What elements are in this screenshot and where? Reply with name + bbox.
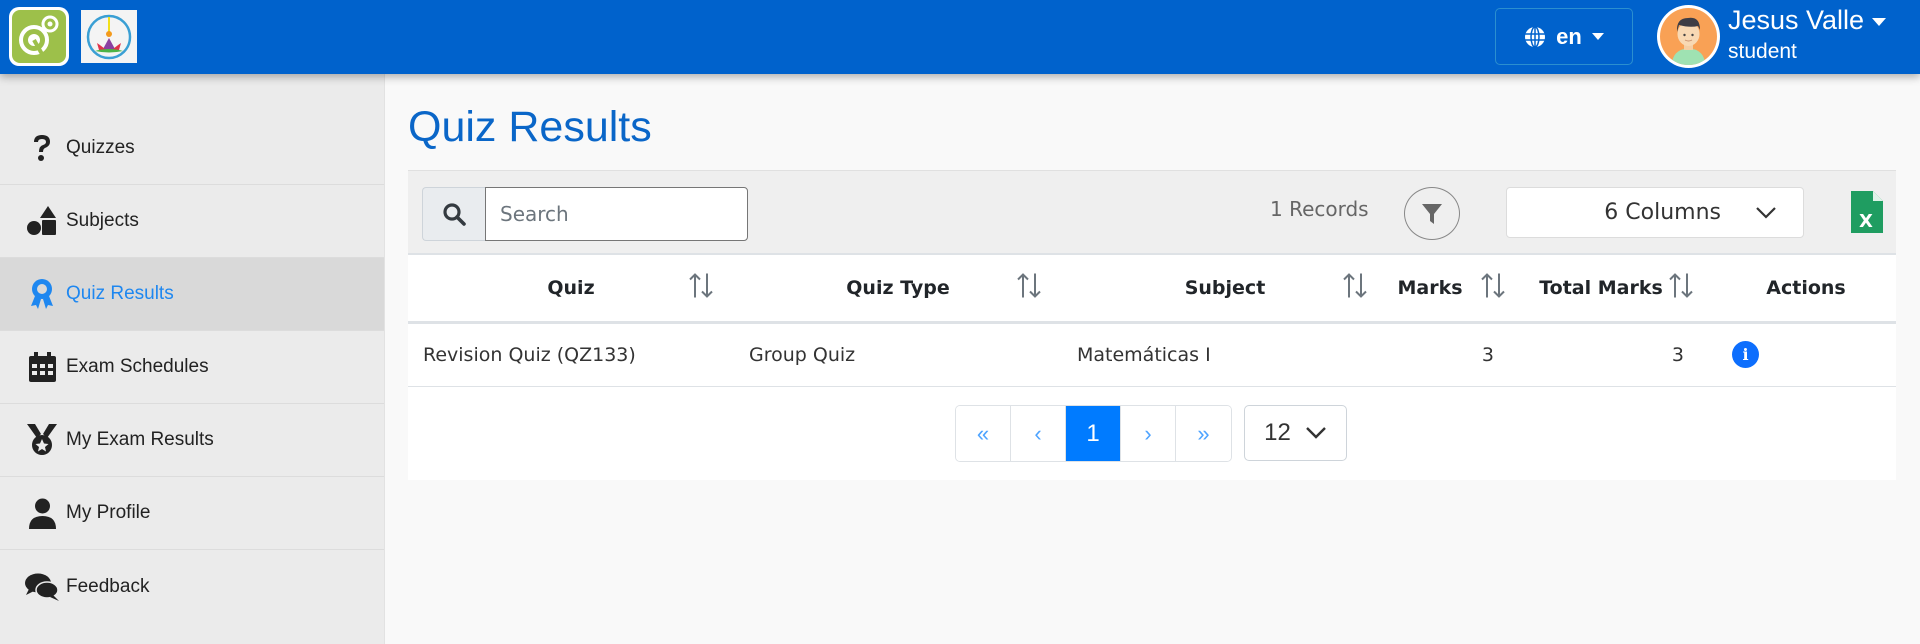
first-page-button[interactable]: « <box>956 406 1011 461</box>
search-icon[interactable] <box>422 187 485 241</box>
filter-icon <box>1422 203 1442 224</box>
column-header-quiz[interactable]: Quiz <box>408 255 734 322</box>
pagination: « ‹ 1 › » <box>955 405 1232 462</box>
info-icon[interactable]: i <box>1732 341 1759 368</box>
user-role: student <box>1728 40 1797 63</box>
table-row: Revision Quiz (QZ133) Group Quiz Matemát… <box>408 322 1896 386</box>
sidebar-item-label: Quizzes <box>66 137 135 158</box>
chevron-down-icon <box>1305 427 1326 439</box>
globe-icon <box>1525 25 1546 48</box>
columns-select[interactable]: 6 Columns <box>1506 187 1804 238</box>
shapes-icon <box>22 206 62 236</box>
page-title: Quiz Results <box>408 103 652 151</box>
sidebar: Quizzes Subjects Quiz Results Exam Sched… <box>0 74 385 644</box>
sidebar-item-feedback[interactable]: Feedback <box>0 550 384 623</box>
sort-icon[interactable] <box>1480 271 1506 304</box>
cell-marks: 3 <box>1481 343 1494 366</box>
columns-select-value: 6 Columns <box>1604 200 1721 225</box>
cell-actions: i <box>1716 322 1896 386</box>
cell-total-marks: 3 <box>1671 343 1684 366</box>
sidebar-item-label: My Profile <box>66 502 151 523</box>
caret-down-icon <box>1591 33 1604 40</box>
column-header-marks[interactable]: Marks <box>1388 255 1522 322</box>
cell-subject: Matemáticas I <box>1077 343 1211 366</box>
app-logo[interactable] <box>9 7 69 66</box>
sort-icon[interactable] <box>1668 271 1694 304</box>
last-page-button[interactable]: » <box>1176 406 1231 461</box>
cell-quiz: Revision Quiz (QZ133) <box>423 343 636 366</box>
user-menu-dropdown[interactable]: Jesus Valle <box>1728 5 1887 36</box>
records-count: 1 Records <box>1270 197 1369 221</box>
language-label: en <box>1556 23 1582 49</box>
filter-button[interactable] <box>1404 187 1460 240</box>
excel-file-icon: X <box>1851 191 1883 233</box>
sort-icon[interactable] <box>688 271 714 304</box>
column-header-actions: Actions <box>1766 276 1846 299</box>
sidebar-item-label: Quiz Results <box>66 283 174 304</box>
column-header-total-marks[interactable]: Total Marks <box>1522 255 1716 322</box>
search-group <box>422 187 748 241</box>
user-avatar[interactable] <box>1657 5 1720 68</box>
sidebar-item-subjects[interactable]: Subjects <box>0 185 384 258</box>
search-input[interactable] <box>485 187 748 241</box>
sidebar-item-my-exam-results[interactable]: My Exam Results <box>0 404 384 477</box>
previous-page-button[interactable]: ‹ <box>1011 406 1066 461</box>
language-dropdown[interactable]: en <box>1495 8 1633 65</box>
chevron-down-icon <box>1756 206 1776 219</box>
results-panel: 1 Records 6 Columns X Quiz Quiz Type <box>408 170 1896 480</box>
sidebar-item-label: Exam Schedules <box>66 356 209 377</box>
top-navbar: en Jesus Valle student <box>0 0 1920 74</box>
next-page-button[interactable]: › <box>1121 406 1176 461</box>
column-header-subject[interactable]: Subject <box>1062 255 1388 322</box>
page-size-select[interactable]: 12 <box>1244 405 1347 461</box>
page-button-current[interactable]: 1 <box>1066 406 1121 461</box>
sidebar-item-label: Subjects <box>66 210 139 231</box>
table-header-row: Quiz Quiz Type Subject Marks Total Marks <box>408 255 1896 322</box>
calendar-icon <box>22 352 62 382</box>
page-size-value: 12 <box>1264 419 1291 446</box>
sidebar-item-quizzes[interactable]: Quizzes <box>0 112 384 185</box>
question-icon <box>22 133 62 163</box>
sort-icon[interactable] <box>1342 271 1368 304</box>
table-toolbar: 1 Records 6 Columns X <box>408 170 1896 255</box>
sidebar-item-my-profile[interactable]: My Profile <box>0 477 384 550</box>
organization-logo <box>81 10 137 63</box>
user-name: Jesus Valle <box>1728 5 1865 35</box>
cell-quiz-type: Group Quiz <box>749 343 856 366</box>
results-table: Quiz Quiz Type Subject Marks Total Marks <box>408 255 1896 387</box>
medal-icon <box>22 424 62 456</box>
caret-down-icon <box>1872 17 1887 26</box>
sidebar-item-quiz-results[interactable]: Quiz Results <box>0 258 384 331</box>
sidebar-item-exam-schedules[interactable]: Exam Schedules <box>0 331 384 404</box>
sidebar-item-label: My Exam Results <box>66 429 214 450</box>
user-icon <box>22 498 62 529</box>
column-header-quiz-type[interactable]: Quiz Type <box>734 255 1062 322</box>
sidebar-item-label: Feedback <box>66 575 150 597</box>
svg-text:X: X <box>1859 211 1873 232</box>
award-icon <box>22 278 62 310</box>
comments-icon <box>22 573 62 601</box>
sort-icon[interactable] <box>1016 271 1042 304</box>
export-excel-button[interactable]: X <box>1851 191 1883 238</box>
